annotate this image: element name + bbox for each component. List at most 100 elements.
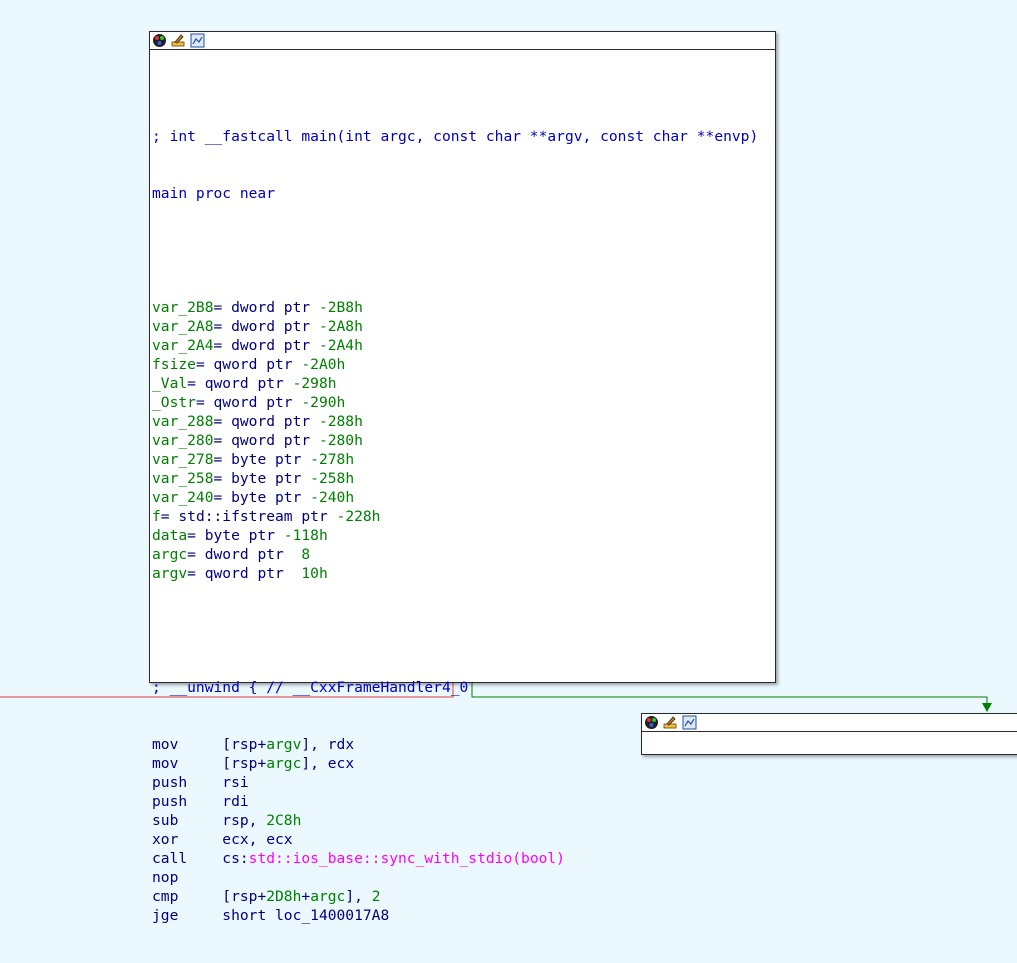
variable-name: var_240 <box>152 489 214 506</box>
node-header <box>642 714 1017 732</box>
stack-variable-line[interactable]: _Ostr= qword ptr -290h <box>152 393 758 412</box>
variable-type: = qword ptr <box>213 432 319 449</box>
variable-name: f <box>152 508 161 525</box>
operand: [rsp+ <box>222 888 267 905</box>
instruction-line[interactable]: call cs:std::ios_base::sync_with_stdio(b… <box>152 849 758 868</box>
variable-offset: -118h <box>283 527 328 544</box>
instruction-line[interactable]: mov [rsp+argc], ecx <box>152 754 758 773</box>
stack-variable-line[interactable]: data= byte ptr -118h <box>152 526 758 545</box>
variable-offset: -280h <box>318 432 363 449</box>
variable-type: = qword ptr <box>187 565 293 582</box>
variable-name: argc <box>152 546 188 563</box>
variable-type: = qword ptr <box>213 413 319 430</box>
instruction-mnemonic: mov <box>152 755 223 772</box>
operand-immediate: 2 <box>371 888 381 905</box>
instruction-mnemonic: cmp <box>152 888 223 905</box>
stack-variable-line[interactable]: var_240= byte ptr -240h <box>152 488 758 507</box>
variable-offset: -290h <box>301 394 346 411</box>
instruction-line[interactable]: xor ecx, ecx <box>152 830 758 849</box>
main-function-node[interactable]: ; int __fastcall main(int argc, const ch… <box>149 31 776 924</box>
instructions: mov [rsp+argv], rdx mov [rsp+argc], ecx pu… <box>152 735 758 925</box>
instruction-mnemonic: xor <box>152 831 223 848</box>
variable-offset: -258h <box>310 470 355 487</box>
instruction-line[interactable]: cmp [rsp+2D8h+argc], 2 <box>152 887 758 906</box>
operand-symbol: 2D8h <box>266 888 302 905</box>
variable-offset: -298h <box>292 375 337 392</box>
function-signature-comment: ; int __fastcall main(int argc, const ch… <box>152 128 759 145</box>
variable-type: = qword ptr <box>195 394 302 411</box>
instruction-line[interactable]: push rsi <box>152 773 758 792</box>
color-palette-icon[interactable] <box>644 715 659 730</box>
variable-name: var_280 <box>152 432 214 449</box>
variable-offset: -240h <box>310 489 355 506</box>
instruction-line[interactable]: jge short loc_1400017A8 <box>152 906 758 925</box>
stack-variable-line[interactable]: fsize= qword ptr -2A0h <box>152 355 758 374</box>
stack-variable-line[interactable]: var_2B8= dword ptr -2B8h <box>152 298 758 317</box>
stack-variable-line[interactable]: var_288= qword ptr -288h <box>152 412 758 431</box>
variable-name: fsize <box>152 356 196 373</box>
variable-offset: -288h <box>318 413 363 430</box>
instruction-mnemonic: push <box>152 774 223 791</box>
node-header <box>150 32 775 50</box>
graph-overview-icon[interactable] <box>190 33 205 48</box>
variable-name: data <box>152 527 188 544</box>
variable-type: = dword ptr <box>213 337 319 354</box>
variable-type: = byte ptr <box>213 451 311 468</box>
disassembly-listing: ; int __fastcall main(int argc, const ch… <box>152 89 758 963</box>
rename-pencil-icon[interactable] <box>663 715 678 730</box>
stack-variable-line[interactable]: _Val= qword ptr -298h <box>152 374 758 393</box>
variable-name: argv <box>152 565 188 582</box>
stack-variable-line[interactable]: f= std::ifstream ptr -228h <box>152 507 758 526</box>
variable-name: var_258 <box>152 470 214 487</box>
variable-type: = byte ptr <box>213 489 311 506</box>
instruction-mnemonic: sub <box>152 812 223 829</box>
unwind-comment: ; __unwind { // __CxxFrameHandler4_0 <box>152 679 469 696</box>
graph-overview-icon[interactable] <box>682 715 697 730</box>
variable-type: = dword ptr <box>187 546 293 563</box>
variable-offset: -2A0h <box>301 356 346 373</box>
variable-type: = dword ptr <box>213 299 319 316</box>
variable-offset: 10h <box>292 565 328 582</box>
variable-name: var_288 <box>152 413 214 430</box>
stack-variable-line[interactable]: var_258= byte ptr -258h <box>152 469 758 488</box>
variable-name: _Val <box>152 375 188 392</box>
color-palette-icon[interactable] <box>152 33 167 48</box>
instruction-mnemonic: nop <box>152 869 223 886</box>
variable-type: = qword ptr <box>187 375 293 392</box>
instruction-mnemonic: mov <box>152 736 223 753</box>
variable-offset: 8 <box>292 546 311 563</box>
variable-type: = dword ptr <box>213 318 319 335</box>
operand: cs: <box>222 850 249 867</box>
instruction-line[interactable]: sub rsp, 2C8h <box>152 811 758 830</box>
variable-offset: -278h <box>310 451 355 468</box>
variable-offset: -2A8h <box>318 318 363 335</box>
variable-type: = byte ptr <box>213 470 311 487</box>
instruction-line[interactable]: push rdi <box>152 792 758 811</box>
successor-node[interactable] <box>641 713 1017 755</box>
variable-name: var_278 <box>152 451 214 468</box>
stack-variable-line[interactable]: var_278= byte ptr -278h <box>152 450 758 469</box>
instruction-mnemonic: call <box>152 850 223 867</box>
operand-symbol: argc <box>266 755 302 772</box>
variable-name: var_2B8 <box>152 299 214 316</box>
instruction-mnemonic: push <box>152 793 223 810</box>
instruction-line[interactable]: nop <box>152 868 758 887</box>
stack-variable-line[interactable]: var_2A4= dword ptr -2A4h <box>152 336 758 355</box>
true-branch-arrowhead <box>982 703 992 712</box>
operand: ecx, ecx <box>222 831 293 848</box>
stack-variable-line[interactable]: argv= qword ptr 10h <box>152 564 758 583</box>
instruction-mnemonic: jge <box>152 907 223 924</box>
variable-type: = qword ptr <box>195 356 302 373</box>
operand: rsi <box>222 774 249 791</box>
operand: [rsp+ <box>222 736 267 753</box>
external-symbol: std::ios_base::sync_with_stdio(bool) <box>248 850 565 867</box>
operand: ], rdx <box>301 736 355 753</box>
operand: [rsp+ <box>222 755 267 772</box>
stack-variable-line[interactable]: argc= dword ptr 8 <box>152 545 758 564</box>
stack-variable-line[interactable]: var_280= qword ptr -280h <box>152 431 758 450</box>
operand: ], <box>345 888 372 905</box>
stack-variable-line[interactable]: var_2A8= dword ptr -2A8h <box>152 317 758 336</box>
rename-pencil-icon[interactable] <box>171 33 186 48</box>
